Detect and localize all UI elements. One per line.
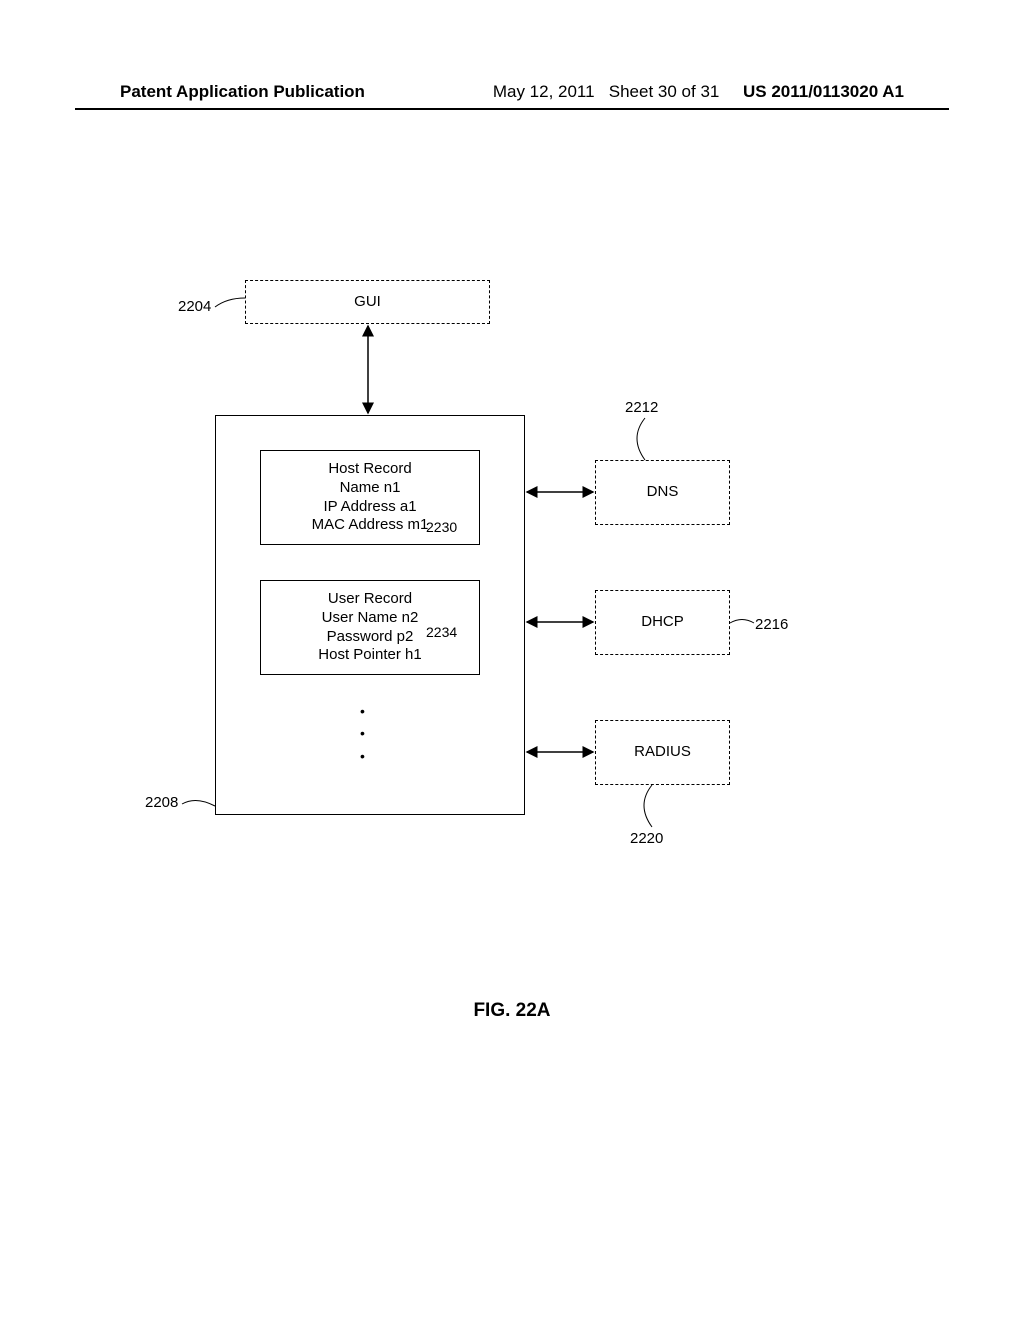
user-record-name: User Name n2 xyxy=(322,609,419,628)
leader-2220 xyxy=(642,785,672,830)
header-date: May 12, 2011 xyxy=(493,82,595,101)
header-sheet: Sheet 30 of 31 xyxy=(609,82,720,101)
radius-label: RADIUS xyxy=(634,743,691,762)
host-record-mac: MAC Address m1 xyxy=(312,516,429,535)
ref-2208: 2208 xyxy=(145,794,178,811)
ref-2212: 2212 xyxy=(625,399,658,416)
figure-caption: FIG. 22A xyxy=(0,1000,1024,1022)
arrow-db-dns xyxy=(525,485,595,499)
radius-box: RADIUS xyxy=(595,720,730,785)
ref-2216: 2216 xyxy=(755,616,788,633)
ref-2230: 2230 xyxy=(426,519,457,535)
leader-2216 xyxy=(730,616,755,631)
host-record-title: Host Record xyxy=(328,460,411,479)
ellipsis-dots: ••• xyxy=(360,700,365,767)
header-pub-label: Patent Application Publication xyxy=(120,82,365,102)
header-meta: May 12, 2011 Sheet 30 of 31 US 2011/0113… xyxy=(493,82,904,102)
leader-2208 xyxy=(182,794,217,814)
gui-box: GUI xyxy=(245,280,490,324)
ref-2234: 2234 xyxy=(426,624,457,640)
dhcp-box: DHCP xyxy=(595,590,730,655)
host-record-ip: IP Address a1 xyxy=(323,498,416,517)
header-pubnum: US 2011/0113020 A1 xyxy=(743,82,904,101)
user-record-title: User Record xyxy=(328,590,412,609)
gui-label: GUI xyxy=(354,293,381,312)
user-record-hostptr: Host Pointer h1 xyxy=(318,646,421,665)
dns-box: DNS xyxy=(595,460,730,525)
host-record-name: Name n1 xyxy=(340,479,401,498)
header-rule xyxy=(75,108,949,110)
arrow-db-radius xyxy=(525,745,595,759)
ref-2220: 2220 xyxy=(630,830,663,847)
page-header: Patent Application Publication May 12, 2… xyxy=(0,82,1024,102)
dhcp-label: DHCP xyxy=(641,613,684,632)
arrow-db-dhcp xyxy=(525,615,595,629)
diagram-fig-22a: GUI 2204 2208 Host Record Name n1 IP Add… xyxy=(130,280,780,840)
leader-2212 xyxy=(635,418,665,463)
ref-2204: 2204 xyxy=(178,298,211,315)
dns-label: DNS xyxy=(647,483,679,502)
leader-2204 xyxy=(215,292,245,312)
user-record-password: Password p2 xyxy=(327,628,414,647)
arrow-gui-db xyxy=(362,324,382,415)
